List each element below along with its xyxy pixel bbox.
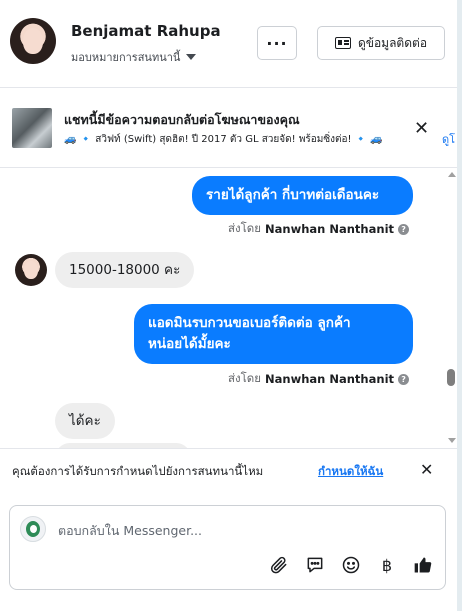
conversation-header: Benjamat Rahupa มอบหมายการสนทนานี้ ··· ด… [0,0,457,88]
outgoing-message[interactable]: แอดมินรบกวนขอเบอร์ติดต่อ ลูกค้า หน่อยได้… [134,304,413,364]
assignment-notice-text: คุณต้องการได้รับการกำหนดไปยังการสนทนานี้… [12,464,264,478]
caret-down-icon [186,54,197,60]
paperclip-icon[interactable] [268,554,290,576]
incoming-message[interactable]: ได้คะ [55,403,115,439]
page-avatar [20,516,46,542]
scrollbar-thumb[interactable] [447,369,455,386]
sent-by-label: ส่งโดย Nanwhan Nanthanit ? [228,370,410,388]
message-line: หน่อยได้มั้ยคะ [148,336,231,352]
reply-composer: ฿ [9,505,446,590]
outgoing-message[interactable]: รายได้ลูกค้า กี่บาทต่อเดือนคะ [192,176,413,215]
view-contact-button[interactable]: ดูข้อมูลติดต่อ [317,26,445,60]
customer-name[interactable]: Benjamat Rahupa [71,22,221,40]
sender-name: Nanwhan Nanthanit [265,372,395,386]
close-icon[interactable]: ✕ [420,460,433,479]
page-edge [457,0,462,611]
assign-label: มอบหมายการสนทนานี้ [71,51,181,64]
reply-input[interactable] [58,520,428,540]
message-thread: รายได้ลูกค้า กี่บาทต่อเดือนคะ ส่งโดย Nan… [0,168,457,448]
customer-avatar-small [15,254,47,286]
baht-icon[interactable]: ฿ [376,554,398,576]
message-line: แอดมินรบกวนขอเบอร์ติดต่อ ลูกค้า [148,315,351,331]
help-icon[interactable]: ? [398,223,410,235]
incoming-message[interactable]: 15000-18000 คะ [55,252,195,288]
assign-to-me-link[interactable]: กำหนดให้ฉัน [318,463,383,481]
assign-conversation-dropdown[interactable]: มอบหมายการสนทนานี้ [71,48,197,66]
contact-card-icon [334,37,351,49]
view-ad-link[interactable]: ดูโ [442,130,455,148]
assignment-notice: คุณต้องการได้รับการกำหนดไปยังการสนทนานี้… [0,448,457,492]
sent-by-label: ส่งโดย Nanwhan Nanthanit ? [228,220,410,238]
conversation-panel: Benjamat Rahupa มอบหมายการสนทนานี้ ··· ด… [0,0,457,611]
scroll-up-arrow-icon[interactable] [448,172,456,177]
ad-banner-title: แชทนี้มีข้อความตอบกลับต่อโฆษณาของคุณ [64,112,300,127]
customer-avatar[interactable] [10,18,56,64]
chat-bubble-icon[interactable] [304,554,326,576]
help-icon[interactable]: ? [398,373,410,385]
thumbs-up-icon[interactable] [412,554,434,576]
close-icon[interactable]: ✕ [414,118,429,139]
view-contact-label: ดูข้อมูลติดต่อ [357,35,428,50]
more-options-button[interactable]: ··· [257,26,297,60]
ad-thumbnail[interactable] [12,108,52,148]
ad-banner-subtitle: 🚙 🔹 สวิฟท์ (Swift) สุดฮิต! ปี 2017 ตัว G… [64,134,383,145]
smiley-icon[interactable] [340,554,362,576]
ad-reply-banner: แชทนี้มีข้อความตอบกลับต่อโฆษณาของคุณ 🚙 🔹… [0,88,457,168]
scroll-down-arrow-icon[interactable] [448,438,456,443]
thread-scrollbar[interactable] [446,168,457,448]
sender-name: Nanwhan Nanthanit [265,222,395,236]
